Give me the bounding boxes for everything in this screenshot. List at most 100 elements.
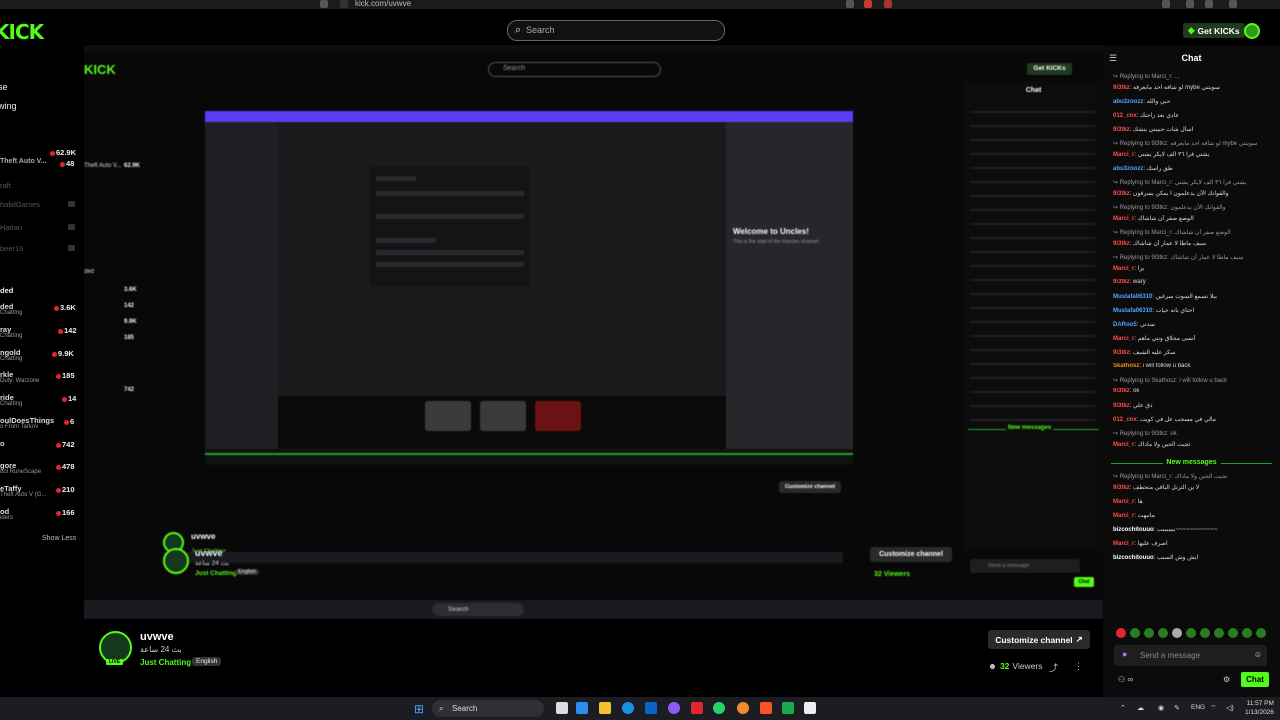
share-icon[interactable] xyxy=(846,0,854,8)
chat-username[interactable]: 9i3tkz xyxy=(1113,191,1130,197)
emote-icon[interactable] xyxy=(1172,628,1182,638)
site-info-icon[interactable] xyxy=(340,0,348,8)
brave-shield-icon[interactable] xyxy=(864,0,872,8)
menu-icon[interactable] xyxy=(1229,0,1237,8)
emote-icon[interactable] xyxy=(1200,628,1210,638)
sidebar-toggle-icon[interactable] xyxy=(1162,0,1170,8)
show-less-button[interactable]: Show Less xyxy=(42,535,76,542)
sidebar-channel[interactable]: oulDoesThings o From Tarkov 6 xyxy=(0,416,80,430)
wifi-icon[interactable]: ⌔ xyxy=(1210,704,1217,713)
sidebar-channel[interactable]: raft xyxy=(0,181,80,195)
emote-icon[interactable] xyxy=(1116,628,1126,638)
volume-icon[interactable]: ◁) xyxy=(1226,704,1234,712)
chat-username[interactable]: 9i3tkz xyxy=(1113,241,1130,247)
more-options-icon[interactable]: ⋮ xyxy=(1074,661,1083,672)
chat-username[interactable]: abu3zoozz xyxy=(1113,99,1143,105)
sidebar-channel[interactable]: ride Chatting 14 xyxy=(0,393,80,407)
language-tag[interactable]: English xyxy=(192,657,222,666)
customize-channel-button[interactable]: Customize channel ↗ xyxy=(988,630,1090,649)
get-kicks-button[interactable]: ◆ Get KICKs xyxy=(1183,23,1245,38)
wallet-icon[interactable] xyxy=(1186,0,1194,8)
chat-username[interactable]: Marci_r xyxy=(1113,216,1134,222)
app-icon[interactable] xyxy=(576,702,588,714)
sidebar-item-browse[interactable]: se xyxy=(0,82,8,92)
task-view-icon[interactable] xyxy=(556,702,568,714)
tray-icon[interactable]: ◉ xyxy=(1158,704,1164,712)
chat-input[interactable]: Send a message xyxy=(1140,651,1200,660)
chat-input-box[interactable]: ● Send a message ☺ xyxy=(1114,645,1267,666)
chat-username[interactable]: abu3zoozz xyxy=(1113,166,1143,172)
emote-icon[interactable] xyxy=(1228,628,1238,638)
chat-username[interactable]: Marci_r xyxy=(1113,499,1134,505)
user-avatar[interactable] xyxy=(1244,23,1260,39)
sidebar-channel[interactable]: halidGames xyxy=(0,200,80,214)
emote-icon[interactable] xyxy=(1242,628,1252,638)
sidebar-channel[interactable]: ray Chatting 142 xyxy=(0,325,80,339)
chat-username[interactable]: 9i3tkz xyxy=(1113,127,1130,133)
tray-icon[interactable]: ✎ xyxy=(1174,704,1180,712)
search-input[interactable]: Search xyxy=(526,25,555,35)
emote-icon[interactable] xyxy=(1214,628,1224,638)
brave-icon[interactable] xyxy=(760,702,772,714)
kick-logo[interactable]: KICK xyxy=(0,20,44,44)
chat-username[interactable]: 012_cnx xyxy=(1113,113,1137,119)
chat-users-icon[interactable]: ⚇ ∞ xyxy=(1118,675,1133,684)
chat-username[interactable]: 9i3tkz xyxy=(1113,388,1130,394)
emote-icon[interactable] xyxy=(1130,628,1140,638)
chat-username[interactable]: 9i3tkz xyxy=(1113,350,1130,356)
bookmark-icon[interactable] xyxy=(320,0,328,8)
emote-icon[interactable] xyxy=(1158,628,1168,638)
chat-send-button[interactable]: Chat xyxy=(1241,672,1269,687)
sidebar-channel[interactable]: Theft Auto V... 48 xyxy=(0,158,80,172)
chat-username[interactable]: Mustafa06310 xyxy=(1113,294,1152,300)
discord-icon[interactable] xyxy=(668,702,680,714)
chat-username[interactable]: 9i3tkz xyxy=(1113,279,1130,285)
tray-chevron-icon[interactable]: ⌃ xyxy=(1120,704,1126,712)
windows-start-icon[interactable]: ⊞ xyxy=(414,702,424,716)
sidebar-channel[interactable]: beer16 xyxy=(0,244,80,258)
chat-username[interactable]: 9i3tkz xyxy=(1113,485,1130,491)
chat-username[interactable]: Marci_r xyxy=(1113,513,1134,519)
app-icon[interactable] xyxy=(737,702,749,714)
address-bar[interactable]: kick.com/uvwve xyxy=(355,0,411,8)
language-indicator[interactable]: ENG xyxy=(1191,704,1205,711)
chat-username[interactable]: 012_cnx xyxy=(1113,417,1137,423)
mail-icon[interactable] xyxy=(645,702,657,714)
chat-username[interactable]: Marci_r xyxy=(1113,152,1134,158)
chat-username[interactable]: bizcochitouuo xyxy=(1113,555,1154,561)
taskbar-search[interactable]: ⌕ Search xyxy=(432,700,544,717)
chat-username[interactable]: Mustafa06310 xyxy=(1113,308,1152,314)
sidebar-channel[interactable]: eTaffy Theft Auto V (G... 210 xyxy=(0,484,80,498)
sidebar-channel[interactable]: od iders 166 xyxy=(0,507,80,521)
chat-username[interactable]: 9i3tkz xyxy=(1113,403,1130,409)
gear-icon[interactable]: ⚙ xyxy=(1223,675,1230,684)
download-icon[interactable] xyxy=(1205,0,1213,8)
share-icon[interactable]: ⤴ xyxy=(1049,661,1058,674)
notepad-icon[interactable] xyxy=(804,702,816,714)
sidebar-channel[interactable]: ded Chatting 3.6K xyxy=(0,302,80,316)
system-clock[interactable]: 11:57 PM 1/13/2026 xyxy=(1245,699,1274,717)
chat-username[interactable]: Marci_r xyxy=(1113,541,1134,547)
chat-username[interactable]: Skathosz xyxy=(1113,363,1139,369)
category-link[interactable]: Just Chatting xyxy=(140,658,191,667)
file-explorer-icon[interactable] xyxy=(599,702,611,714)
channel-name[interactable]: uvwve xyxy=(140,631,174,643)
video-player[interactable]: KICK Search Get KICKs Theft Auto V... 62… xyxy=(84,45,1103,619)
sidebar-channel[interactable]: ngold Chatting 9.9K xyxy=(0,348,80,362)
microphone-icon[interactable]: ● xyxy=(1122,649,1127,659)
channel-avatar[interactable]: LIVE xyxy=(99,631,132,665)
sidebar-channel[interactable]: Hattan xyxy=(0,223,80,237)
emoji-icon[interactable]: ☺ xyxy=(1254,650,1262,659)
sidebar-channel[interactable]: o 742 xyxy=(0,439,80,453)
extension-icon[interactable] xyxy=(884,0,892,8)
chat-username[interactable]: DARoo5 xyxy=(1113,322,1137,328)
search-box[interactable]: ⌕ Search xyxy=(507,20,725,41)
chat-username[interactable]: Marci_r xyxy=(1113,266,1134,272)
sidebar-item-following[interactable]: wing xyxy=(0,101,17,111)
sidebar-channel[interactable]: rkle Duty: Warzone 185 xyxy=(0,370,80,384)
emote-icon[interactable] xyxy=(1256,628,1266,638)
tray-icon[interactable]: ☁ xyxy=(1137,704,1144,712)
chat-username[interactable]: 9i3tkz xyxy=(1113,85,1130,91)
app-icon[interactable] xyxy=(782,702,794,714)
chat-username[interactable]: Marci_r xyxy=(1113,336,1134,342)
